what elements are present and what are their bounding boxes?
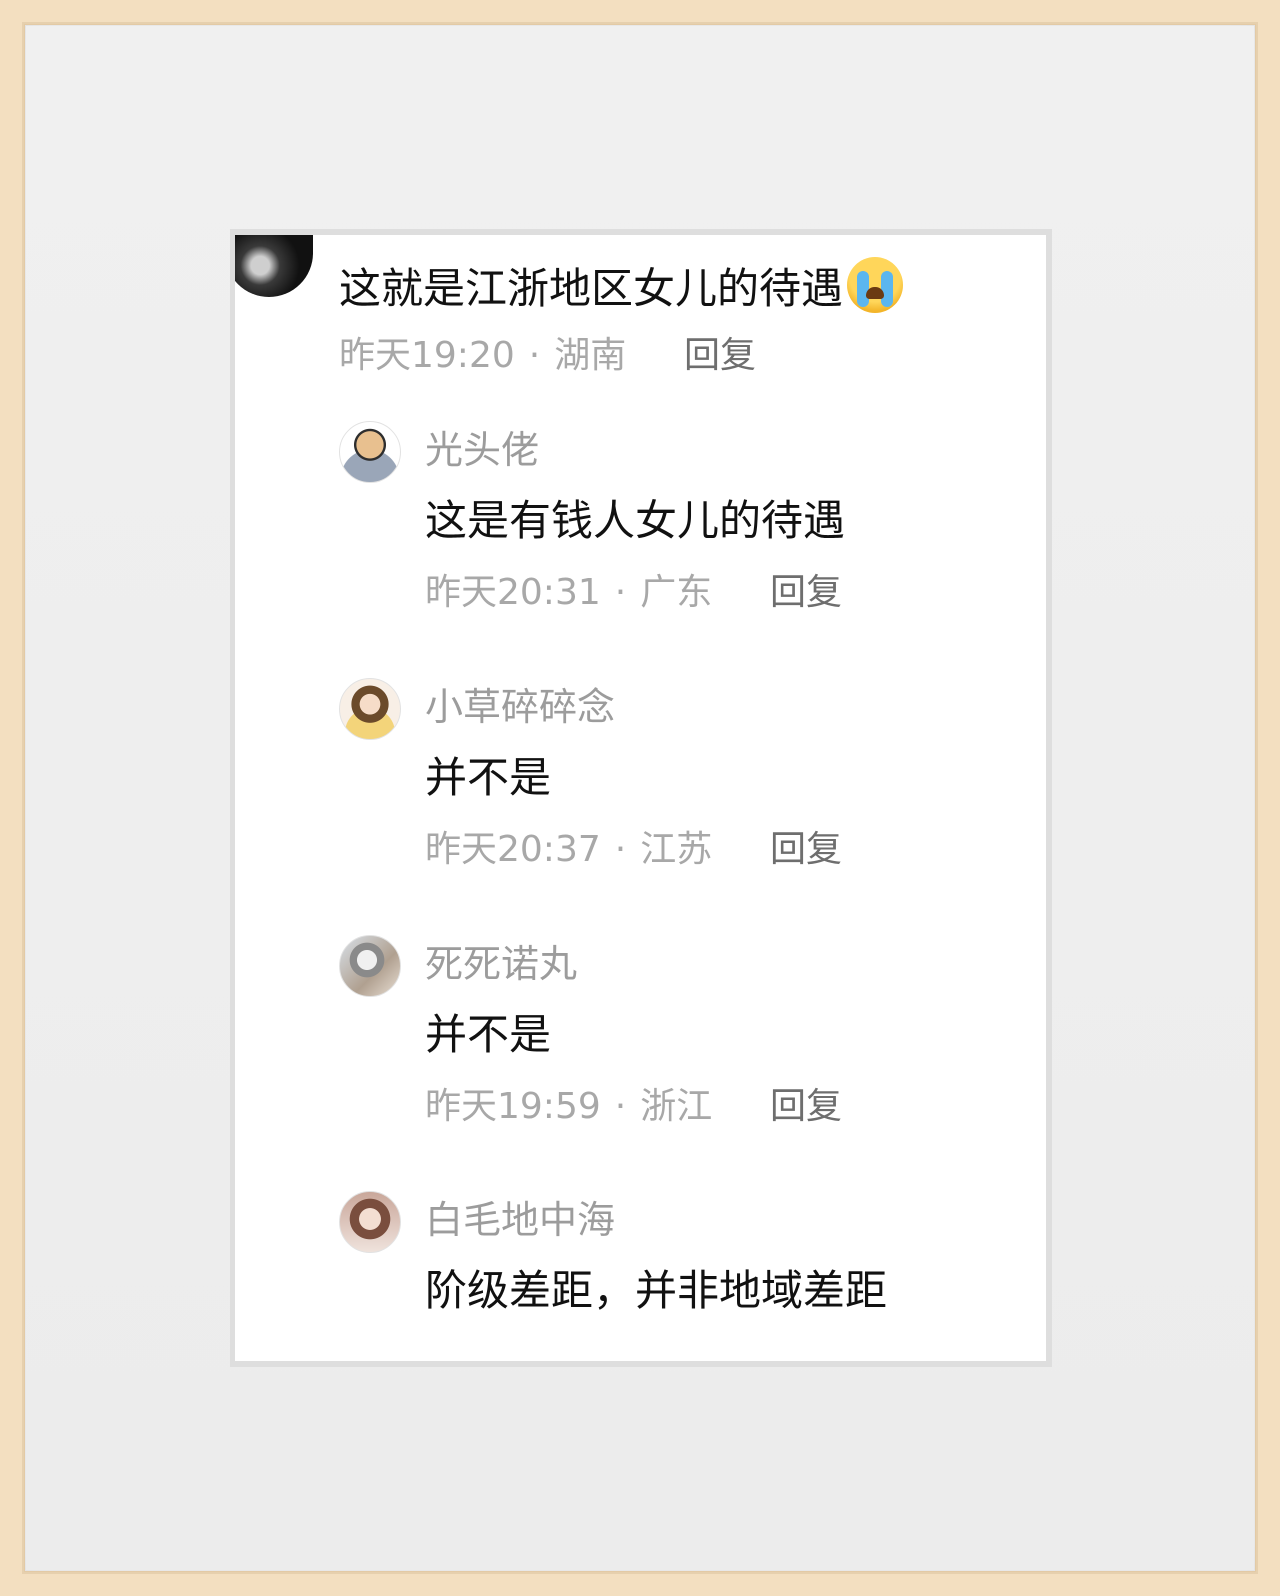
reply-meta: 昨天19:59 · 浙江 (425, 1083, 712, 1131)
separator: · (528, 335, 541, 376)
comment-location: 广东 (640, 572, 713, 613)
avatar[interactable] (339, 1191, 401, 1253)
avatar[interactable] (339, 935, 401, 997)
comment-location: 湖南 (554, 335, 627, 376)
crying-face-emoji-icon (847, 257, 904, 313)
reply-text: 并不是 (425, 1010, 552, 1059)
comment-location: 江苏 (640, 829, 713, 870)
reply-meta: 昨天20:31 · 广东 (425, 569, 712, 617)
reply-username[interactable]: 光头佬 (425, 425, 539, 475)
comment-location: 浙江 (640, 1086, 713, 1127)
main-comment-meta: 昨天19:20 · 湖南 (339, 332, 626, 380)
reply-text: 并不是 (425, 753, 552, 802)
reply-username[interactable]: 白毛地中海 (425, 1195, 615, 1245)
reply-text: 阶级差距，并非地域差距 (425, 1266, 888, 1315)
reply-text: 这是有钱人女儿的待遇 (425, 496, 846, 545)
reply-button[interactable]: 回复 (770, 1083, 842, 1131)
avatar[interactable] (339, 678, 401, 740)
reply-button[interactable]: 回复 (770, 569, 842, 617)
comment-time: 昨天20:31 (425, 572, 601, 613)
separator: · (614, 572, 627, 613)
comment-time: 昨天19:59 (425, 1086, 601, 1127)
avatar[interactable] (339, 421, 401, 483)
comment-time: 昨天19:20 (339, 335, 515, 376)
avatar[interactable] (235, 235, 313, 297)
reply-username[interactable]: 小草碎碎念 (425, 682, 615, 732)
reply-username[interactable]: 死死诺丸 (425, 939, 577, 989)
separator: · (614, 829, 627, 870)
main-comment-text: 这就是江浙地区女儿的待遇 (339, 257, 904, 317)
separator: · (614, 1086, 627, 1127)
main-comment-body: 这就是江浙地区女儿的待遇 (339, 264, 844, 313)
comment-screenshot-card: 这就是江浙地区女儿的待遇 昨天19:20 · 湖南 回复 光头佬 这是有钱人女儿的待… (230, 229, 1052, 1367)
reply-button[interactable]: 回复 (684, 332, 756, 380)
reply-meta: 昨天20:37 · 江苏 (425, 826, 712, 874)
comment-time: 昨天20:37 (425, 829, 601, 870)
reply-button[interactable]: 回复 (770, 826, 842, 874)
